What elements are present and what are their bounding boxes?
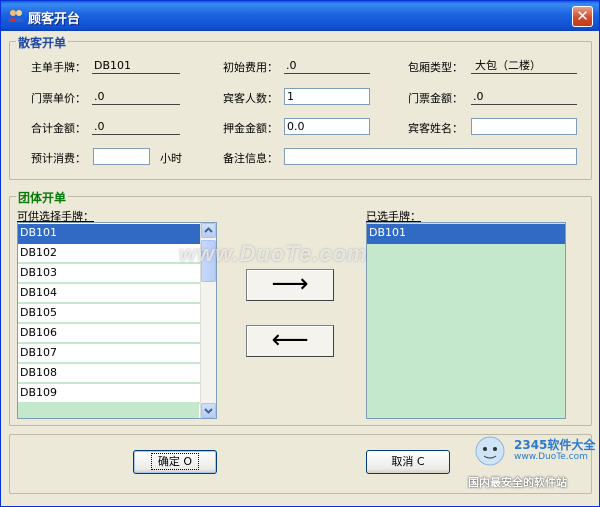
room-type-label: 包厢类型：	[408, 61, 463, 74]
guest-name-label: 宾客姓名：	[408, 122, 463, 135]
ticket-price-label: 门票单价：	[31, 92, 86, 105]
remarks-input[interactable]	[284, 148, 577, 165]
remarks-label: 备注信息：	[223, 152, 278, 165]
list-item[interactable]: DB101	[18, 224, 200, 244]
deposit-amount-input[interactable]: 0.0	[284, 118, 370, 135]
team-order-title: 团体开单	[16, 189, 69, 206]
scroll-down-button[interactable]	[201, 403, 216, 418]
arrow-left-icon: ⟵	[271, 325, 309, 355]
guest-count-label: 宾客人数：	[223, 92, 278, 105]
customer-open-dialog: 顾客开台 ✕ 散客开单 主单手牌： DB101 初始费用： .0 包厢类型： 大…	[0, 0, 600, 507]
room-type-select[interactable]: 大包（二楼）	[471, 58, 577, 74]
guest-count-input[interactable]: 1	[284, 88, 370, 105]
list-item[interactable]: DB108	[18, 364, 200, 384]
list-item[interactable]: DB106	[18, 324, 200, 344]
expected-spend-label: 预计消费：	[31, 152, 86, 165]
main-card-field[interactable]: DB101	[92, 58, 180, 74]
list-item[interactable]: DB104	[18, 284, 200, 304]
chevron-down-icon	[204, 408, 213, 414]
list-item[interactable]: DB107	[18, 344, 200, 364]
watermark-text: www.DuoTe.com	[179, 241, 368, 266]
ticket-amount-label: 门票金额：	[408, 92, 463, 105]
list-item[interactable]: DB109	[18, 384, 200, 404]
initial-fee-label: 初始费用：	[223, 61, 278, 74]
list-item[interactable]: DB103	[18, 264, 200, 284]
deposit-amount-label: 押金金额：	[223, 122, 278, 135]
confirm-label: 确定 O	[150, 453, 200, 470]
brand-logo-text: 2345软件大全	[514, 438, 596, 452]
hours-unit-label: 小时	[160, 152, 182, 165]
arrow-right-icon: ⟶	[271, 269, 309, 299]
move-right-button[interactable]: ⟶	[246, 269, 334, 301]
close-icon: ✕	[576, 7, 589, 25]
expected-spend-input[interactable]	[93, 148, 150, 165]
main-card-label: 主单手牌：	[31, 61, 86, 74]
ticket-amount-field[interactable]: .0	[471, 89, 577, 105]
title-bar[interactable]: 顾客开台 ✕	[1, 1, 599, 31]
list-item[interactable]: DB101	[367, 224, 565, 244]
mascot-icon	[475, 436, 505, 466]
list-item[interactable]: DB105	[18, 304, 200, 324]
close-button[interactable]: ✕	[572, 6, 593, 27]
total-amount-field[interactable]: .0	[92, 119, 180, 135]
brand-badge: 2345软件大全 www.DuoTe.com 国内最安全的软件站	[466, 431, 600, 507]
list-item[interactable]: DB102	[18, 244, 200, 264]
ticket-price-field[interactable]: .0	[92, 89, 180, 105]
users-icon	[8, 9, 24, 23]
move-left-button[interactable]: ⟵	[246, 325, 334, 357]
cancel-label: 取消 C	[391, 455, 425, 468]
selected-cards-list[interactable]: DB101	[366, 222, 566, 419]
initial-fee-field[interactable]: .0	[284, 58, 370, 74]
scatter-order-title: 散客开单	[16, 34, 69, 51]
window-title: 顾客开台	[28, 12, 81, 27]
scroll-up-button[interactable]	[201, 223, 216, 238]
guest-name-input[interactable]	[471, 118, 577, 135]
chevron-up-icon	[204, 227, 213, 233]
brand-slogan-text: 国内最安全的软件站	[468, 476, 567, 489]
total-amount-label: 合计金额：	[31, 122, 86, 135]
list-empty-area	[18, 404, 199, 418]
brand-url-text: www.DuoTe.com	[514, 452, 588, 462]
confirm-button[interactable]: 确定 O	[133, 450, 217, 474]
cancel-button[interactable]: 取消 C	[366, 450, 450, 474]
